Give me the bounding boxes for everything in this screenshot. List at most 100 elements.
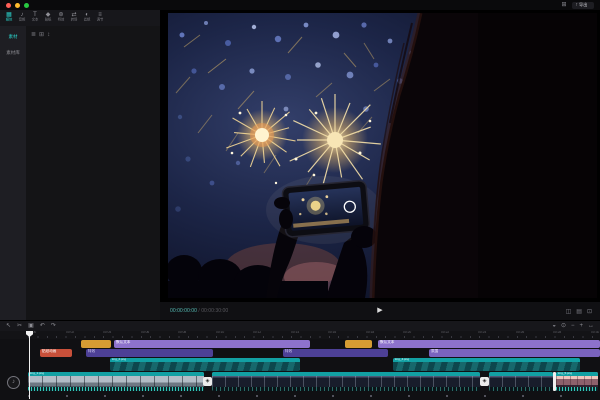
timeline-clip[interactable]: img_4.png — [393, 358, 580, 371]
mute-original-audio-icon[interactable]: ♪ — [7, 376, 20, 389]
ribbon-item[interactable]: ⊛ 特效 — [55, 12, 67, 24]
timeline-clip[interactable] — [212, 372, 480, 391]
playhead-line — [29, 331, 30, 399]
clip-label: 默认文本 — [116, 340, 131, 345]
fireworks-scene — [168, 13, 597, 298]
media-view-tool-icon[interactable]: ↕ — [47, 32, 50, 52]
timeline-clip[interactable]: 默认文本 — [114, 340, 310, 348]
ribbon-item-label: 贴纸 — [44, 18, 52, 22]
media-panel: ▦ 媒体 ♪ 音频 T 文本 ◆ 贴纸 ⊛ 特效 ⇄ 转场 ◐ 滤镜 ≡ 调节 … — [0, 10, 160, 320]
ribbon-item[interactable]: ≡ 调节 — [94, 12, 106, 24]
ruler-label: 00:28 — [553, 331, 562, 335]
timeline-tool-icon[interactable]: ⊙ — [561, 322, 566, 331]
export-button[interactable]: ↑ 导出 — [572, 1, 594, 9]
ribbon-item[interactable]: T 文本 — [29, 12, 41, 24]
ribbon-item[interactable]: ◆ 贴纸 — [42, 12, 54, 24]
timeline-clip[interactable]: 氛围 — [429, 349, 600, 357]
ribbon-item-label: 转场 — [70, 18, 78, 22]
preview-video-frame[interactable] — [168, 13, 597, 298]
transition-icon: ◈ — [205, 378, 210, 384]
timecode-total: 00:00:30:00 — [201, 308, 229, 314]
timecode-separator: / — [198, 308, 200, 314]
shadow-overlay — [478, 13, 597, 298]
preview-view-icon[interactable]: ◫ — [566, 308, 572, 315]
titlebar-right: ⊞ ↑ 导出 — [561, 1, 594, 9]
timeline-clip[interactable] — [345, 340, 372, 348]
preview-panel: 00:00:00:00 / 00:00:30:00 ▶ ◫ ▤ ⊡ — [160, 10, 600, 320]
clip-label: img_2.png — [112, 358, 127, 361]
track-overlay-video: img_2.png img_4.png — [0, 358, 600, 371]
timeline-toolbar: ↖ ✂ ▣ ↶ ↷ ◒ ⊙ − + ↔ — [0, 321, 600, 331]
timeline-tool-icon[interactable]: ▣ — [28, 322, 34, 331]
timeline-clip[interactable]: img_2.png — [110, 358, 300, 371]
media-rail-tab[interactable]: 素材库 — [6, 51, 20, 56]
timeline-tool-icon[interactable]: ↔ — [588, 322, 594, 331]
ruler-label: 00:18 — [366, 331, 375, 335]
ruler-label: 00:24 — [478, 331, 487, 335]
play-button[interactable]: ▶ — [377, 302, 382, 320]
firework-core-right — [327, 132, 343, 148]
timeline-clip[interactable]: img_5.png — [556, 372, 598, 391]
ruler-label: 00:30 — [591, 331, 600, 335]
timeline-clip[interactable]: 默认文本 — [378, 340, 600, 348]
media-grid: ≣ ⊞ ↕ — [29, 29, 160, 61]
ribbon-item-label: 滤镜 — [83, 18, 91, 22]
clip-trim-handle[interactable] — [553, 372, 556, 391]
window-controls — [6, 2, 29, 8]
timeline-tool-icon[interactable]: + — [579, 322, 583, 331]
timeline-tool-icon[interactable]: − — [571, 322, 575, 331]
ribbon-item[interactable]: ◐ 滤镜 — [81, 12, 93, 24]
timeline-clip[interactable] — [81, 340, 111, 348]
timeline-clip[interactable]: 特效 — [86, 349, 213, 357]
preview-view-icon[interactable]: ⊡ — [587, 308, 592, 315]
ruler-label: 00:12 — [253, 331, 262, 335]
ribbon-item[interactable]: ♪ 音频 — [16, 12, 28, 24]
timeline-clip[interactable]: 贴纸动画 — [40, 349, 72, 357]
ribbon-item-label: 特效 — [57, 18, 65, 22]
media-view-tool-icon[interactable]: ⊞ — [39, 32, 44, 52]
minimize-button[interactable] — [15, 2, 20, 8]
left-thumb — [279, 209, 293, 229]
titlebar: ⊞ ↑ 导出 — [0, 0, 600, 10]
ruler-label: 00:10 — [216, 331, 225, 335]
timeline-clip[interactable] — [489, 372, 553, 391]
clip-label: img_4.png — [395, 358, 410, 361]
timecode-current: 00:00:00:00 — [170, 308, 197, 314]
timeline-ruler[interactable]: 00:0000:0200:0400:0600:0800:1000:1200:14… — [0, 331, 600, 339]
timeline-tool-icon[interactable]: ✂ — [17, 322, 22, 331]
timeline-tools-left: ↖ ✂ ▣ ↶ ↷ — [6, 322, 56, 331]
timeline-tool-icon[interactable]: ◒ — [552, 322, 556, 331]
close-button[interactable] — [6, 2, 11, 8]
layout-icon[interactable]: ⊞ — [561, 2, 566, 8]
media-grid-area: ≣ ⊞ ↕ — [26, 26, 160, 320]
media-rail: 素材 素材库 — [0, 26, 26, 320]
clip-label: img_1.png — [30, 372, 45, 375]
media-view-tool-icon[interactable]: ≣ — [31, 32, 36, 52]
timeline-tool-icon[interactable]: ↷ — [51, 322, 56, 331]
media-panel-body: 素材 素材库 ≣ ⊞ ↕ — [0, 26, 160, 320]
timeline-panel: ↖✂▣↶↷ ◒⊙−+↔ 00:0000:0200:0400:0600:0800:… — [0, 320, 600, 400]
timecode: 00:00:00:00 / 00:00:30:00 — [170, 308, 228, 313]
left-hand — [274, 197, 290, 209]
timeline-tool-icon[interactable]: ↖ — [6, 322, 11, 331]
transition-marker[interactable]: ◈ — [480, 377, 489, 386]
timeline-tools-right: ◒ ⊙ − + ↔ — [552, 322, 594, 331]
timeline-clip[interactable]: 特效 — [283, 349, 388, 357]
timeline-tool-icon[interactable]: ↶ — [40, 322, 45, 331]
ribbon-item[interactable]: ⇄ 转场 — [68, 12, 80, 24]
ribbon-item[interactable]: ▦ 媒体 — [3, 12, 15, 24]
firework-core-left — [255, 128, 269, 142]
clip-label: 默认文本 — [380, 340, 395, 345]
video-editor-app: ⊞ ↑ 导出 ▦ 媒体 ♪ 音频 T 文本 ◆ 贴纸 ⊛ 特效 ⇄ 转场 ◐ 滤… — [0, 0, 600, 400]
preview-view-controls: ◫ ▤ ⊡ — [566, 308, 592, 315]
ruler-label: 00:26 — [516, 331, 525, 335]
clip-label: img_5.png — [558, 372, 573, 375]
ribbon-item-label: 音频 — [18, 18, 26, 22]
ribbon-item-label: 调节 — [96, 18, 104, 22]
transition-marker[interactable]: ◈ — [203, 377, 212, 386]
media-rail-tab[interactable]: 素材 — [8, 35, 17, 40]
preview-view-icon[interactable]: ▤ — [576, 308, 582, 315]
zoom-button[interactable] — [24, 2, 29, 8]
track-audio-beats[interactable] — [28, 395, 598, 397]
timeline-clip[interactable]: img_1.png — [28, 372, 204, 391]
